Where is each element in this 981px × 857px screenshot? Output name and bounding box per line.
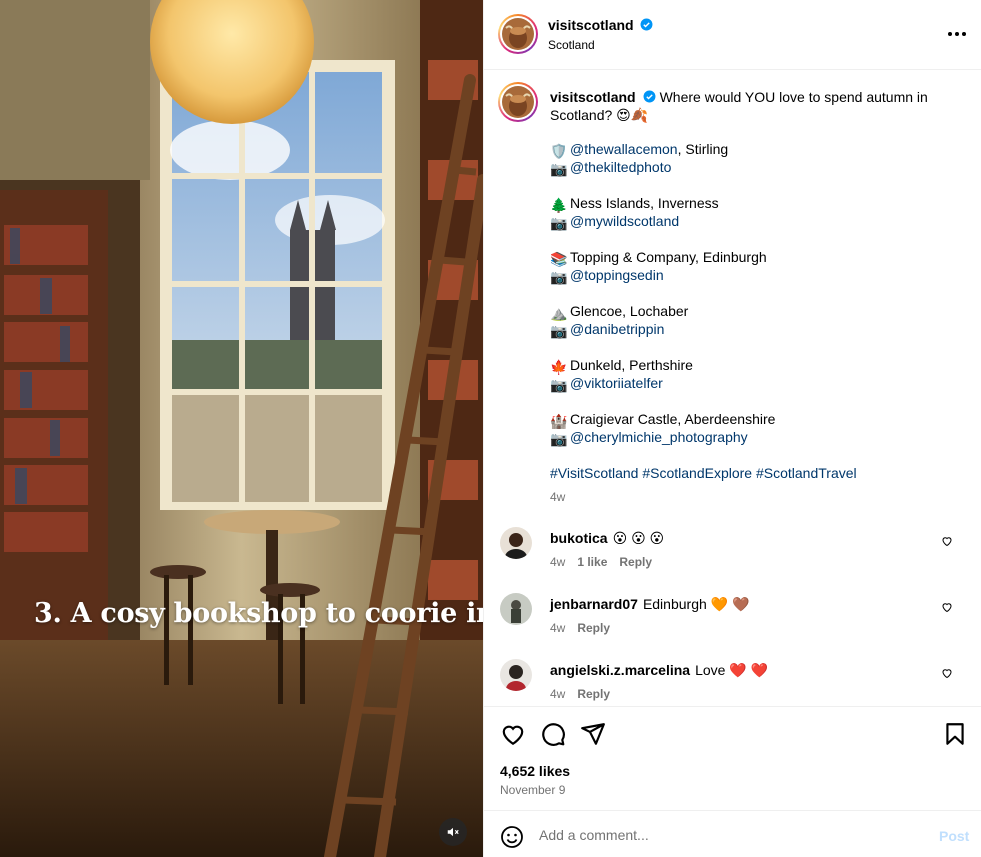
location-entry: ⛰️ Glencoe, Lochaber 📷 @danibetrippin <box>550 302 950 356</box>
bookshop-photo <box>0 0 483 857</box>
paper-plane-icon[interactable] <box>580 721 606 747</box>
post-media[interactable]: 3. A cosy bookshop to coorie in <box>0 0 483 857</box>
likes-count[interactable]: 4,652 likes <box>500 763 570 779</box>
hashtags-link[interactable]: #VisitScotland #ScotlandExplore #Scotlan… <box>550 464 857 482</box>
reply-button[interactable]: Reply <box>577 687 610 701</box>
bookmark-icon[interactable] <box>942 721 968 747</box>
photo-credit-link[interactable]: @viktoriiatelfer <box>570 375 663 391</box>
verified-badge-icon <box>643 90 656 103</box>
mute-button[interactable] <box>439 818 467 846</box>
photo-credit-link[interactable]: @mywildscotland <box>570 213 679 229</box>
comment-bubble-icon[interactable] <box>540 721 566 747</box>
location-entry: 📚 Topping & Company, Edinburgh 📷 @toppings… <box>550 248 950 302</box>
comment-time[interactable]: 4w <box>550 687 565 701</box>
comment-composer: Post <box>484 810 981 857</box>
location-entry: 🍁 Dunkeld, Perthshire 📷 @viktoriiatelfer <box>550 356 950 410</box>
camera-icon: 📷 <box>550 431 568 447</box>
media-overlay-caption: 3. A cosy bookshop to coorie in <box>34 598 483 629</box>
photo-credit-link[interactable]: @danibetrippin <box>570 321 664 337</box>
more-options-button[interactable] <box>946 24 968 44</box>
location-name: Dunkeld, Perthshire <box>570 357 693 373</box>
smiley-icon[interactable] <box>500 825 524 849</box>
person-avatar-icon <box>500 527 532 559</box>
heart-icon[interactable] <box>941 535 953 547</box>
caption-text: visitscotland Where would YOU love to spe… <box>550 88 930 124</box>
camera-icon: 📷 <box>550 215 568 231</box>
books-icon: 📚 <box>550 251 568 267</box>
location-name: Craigievar Castle, Aberdeenshire <box>570 411 776 427</box>
verified-badge-icon <box>641 18 653 31</box>
commenter-avatar[interactable] <box>500 659 532 691</box>
comment-text: Love ❤️ ❤️ <box>695 662 769 678</box>
comment-item: jenbarnard07 Edinburgh 🧡 🤎 4w Reply <box>498 593 968 643</box>
comment-likes-count[interactable]: 1 like <box>577 555 607 569</box>
camera-icon: 📷 <box>550 161 568 177</box>
commenter-avatar[interactable] <box>500 527 532 559</box>
author-username[interactable]: visitscotland <box>548 17 634 33</box>
post-side-panel: visitscotland Scotland visitscotland Whe… <box>483 0 981 857</box>
highland-cow-avatar-icon <box>502 18 534 50</box>
photo-credit-link[interactable]: @thekiltedphoto <box>570 159 671 175</box>
commenter-username[interactable]: jenbarnard07 <box>550 596 638 612</box>
post-header: visitscotland Scotland <box>484 0 981 70</box>
reply-button[interactable]: Reply <box>577 621 610 635</box>
commenter-username[interactable]: bukotica <box>550 530 608 546</box>
commenter-avatar[interactable] <box>500 593 532 625</box>
location-name: Topping & Company, Edinburgh <box>570 249 767 265</box>
photo-credit-link[interactable]: @cherylmichie_photography <box>570 429 748 445</box>
photo-credit-link[interactable]: @toppingsedin <box>570 267 664 283</box>
post-date[interactable]: November 9 <box>500 783 565 797</box>
tree-icon: 🌲 <box>550 197 568 213</box>
commenter-username[interactable]: angielski.z.marcelina <box>550 662 690 678</box>
shield-icon: 🛡️ <box>550 143 568 159</box>
mountain-icon: ⛰️ <box>550 305 568 321</box>
location-entry: 🛡️ @thewallacemon, Stirling 📷 @thekiltedph… <box>550 140 950 194</box>
location-entry: 🏰 Craigievar Castle, Aberdeenshire 📷 @cher… <box>550 410 950 464</box>
person-avatar-icon <box>500 659 532 691</box>
camera-icon: 📷 <box>550 269 568 285</box>
camera-icon: 📷 <box>550 323 568 339</box>
comment-item: angielski.z.marcelina Love ❤️ ❤️ 4w Reply <box>498 659 968 709</box>
heart-icon[interactable] <box>941 667 953 679</box>
caption-username[interactable]: visitscotland <box>550 89 636 105</box>
location-name: Glencoe, Lochaber <box>570 303 689 319</box>
location-suffix: , Stirling <box>677 141 729 157</box>
caption-timestamp[interactable]: 4w <box>550 490 565 504</box>
comment-text: Edinburgh 🧡 🤎 <box>642 596 750 612</box>
heart-icon[interactable] <box>500 721 526 747</box>
instagram-post-view: 3. A cosy bookshop to coorie in visitsco… <box>0 0 981 857</box>
location-mention-link[interactable]: @thewallacemon <box>570 141 678 157</box>
post-comment-button[interactable]: Post <box>939 828 969 844</box>
location-name: Ness Islands, Inverness <box>570 195 719 211</box>
highland-cow-avatar-icon <box>502 86 534 118</box>
maple-leaf-icon: 🍁 <box>550 359 568 375</box>
camera-icon: 📷 <box>550 377 568 393</box>
location-entry: 🌲 Ness Islands, Inverness 📷 @mywildscotlan… <box>550 194 950 248</box>
comment-time[interactable]: 4w <box>550 555 565 569</box>
comment-input[interactable] <box>539 823 919 847</box>
comment-time[interactable]: 4w <box>550 621 565 635</box>
location-list: 🛡️ @thewallacemon, Stirling 📷 @thekiltedph… <box>550 140 950 464</box>
author-avatar[interactable] <box>498 14 538 54</box>
caption-author-avatar[interactable] <box>498 82 538 122</box>
heart-icon[interactable] <box>941 601 953 613</box>
author-name[interactable]: visitscotland <box>548 17 653 33</box>
more-horizontal-icon <box>948 32 952 36</box>
reply-button[interactable]: Reply <box>619 555 652 569</box>
post-actions: 4,652 likes November 9 <box>484 706 981 810</box>
person-avatar-icon <box>500 593 532 625</box>
speaker-muted-icon <box>447 827 459 837</box>
post-location[interactable]: Scotland <box>548 38 595 52</box>
castle-icon: 🏰 <box>550 413 568 429</box>
comment-item: bukotica 😮 😮 😮 4w 1 like Reply <box>498 527 968 577</box>
comment-text: 😮 😮 😮 <box>612 530 665 546</box>
